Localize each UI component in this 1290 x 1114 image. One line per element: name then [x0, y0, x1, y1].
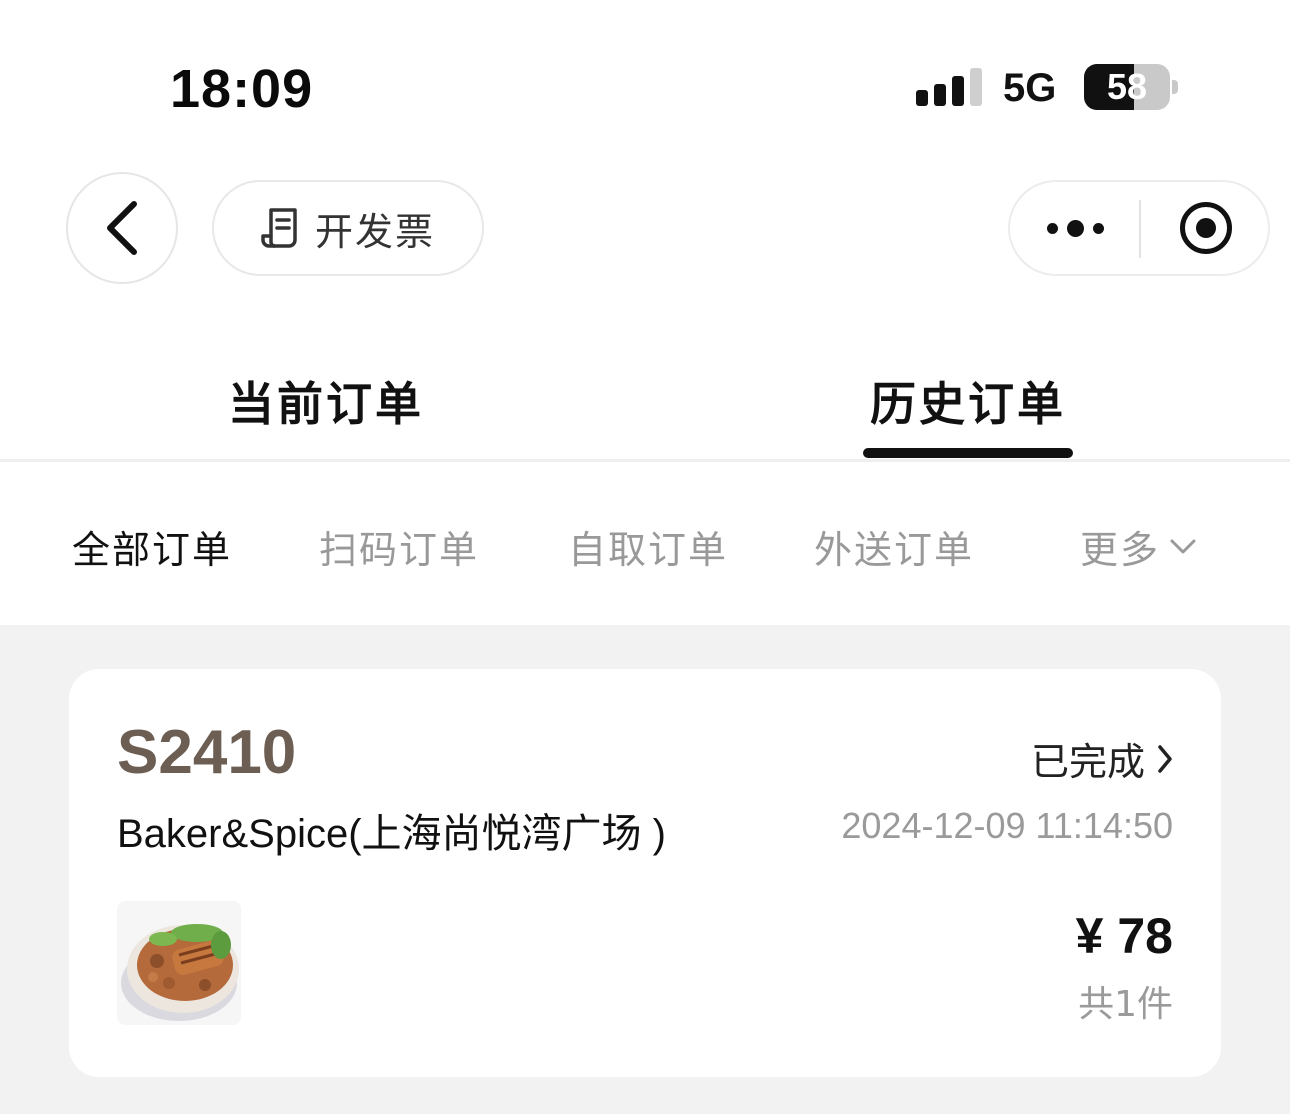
- tab-current-orders[interactable]: 当前订单: [228, 368, 424, 434]
- filter-delivery-orders[interactable]: 外送订单: [814, 519, 974, 574]
- target-icon: [1179, 202, 1232, 254]
- more-button[interactable]: [1010, 182, 1140, 274]
- order-quantity: 共1件: [1078, 984, 1173, 1025]
- invoice-label: 开发票: [314, 209, 435, 254]
- battery-cap: [1172, 80, 1178, 94]
- close-button[interactable]: [1141, 182, 1270, 274]
- tab-history-orders[interactable]: 历史订单: [870, 368, 1066, 434]
- order-number: S2410: [117, 718, 297, 787]
- chevron-left-icon: [107, 201, 137, 255]
- filter-scan-orders[interactable]: 扫码订单: [319, 519, 479, 574]
- food-bowl-image: [121, 924, 239, 1021]
- food-image: [117, 901, 241, 1025]
- mini-program-capsule: [1008, 180, 1270, 276]
- main-tabs: 当前订单 历史订单: [0, 340, 1290, 462]
- order-price: ¥ 78: [1075, 908, 1173, 964]
- status-bar: 18:09 5G 58: [0, 0, 1290, 150]
- order-status-link[interactable]: 已完成: [1031, 731, 1173, 786]
- status-time: 18:09: [170, 59, 314, 119]
- receipt-icon: [261, 208, 297, 248]
- invoice-button[interactable]: 开发票: [212, 180, 484, 276]
- filter-tabs: 全部订单 扫码订单 自取订单 外送订单 更多: [0, 465, 1290, 625]
- filter-more-label: 更多: [1080, 528, 1161, 572]
- filter-more-dropdown[interactable]: 更多: [1080, 519, 1196, 574]
- chevron-right-icon: [1158, 744, 1172, 773]
- filter-pickup-orders[interactable]: 自取订单: [568, 519, 728, 574]
- order-list: S2410 已完成 Baker&Spice(上海尚悦湾广场 ) 2024-12-…: [0, 625, 1290, 1114]
- order-card[interactable]: S2410 已完成 Baker&Spice(上海尚悦湾广场 ) 2024-12-…: [69, 669, 1221, 1077]
- active-tab-indicator: [863, 448, 1073, 458]
- network-type: 5G: [1003, 66, 1057, 110]
- more-dots-icon: [1046, 219, 1104, 237]
- order-datetime: 2024-12-09 11:14:50: [841, 805, 1173, 846]
- chevron-down-icon: [1170, 539, 1196, 553]
- battery-level: 58: [1106, 66, 1148, 107]
- store-row: Baker&Spice(上海尚悦湾广场 ) 2024-12-09 11:14:5…: [117, 801, 1173, 857]
- filter-all-orders[interactable]: 全部订单: [72, 519, 232, 574]
- signal-icon: [916, 68, 982, 106]
- store-name: Baker&Spice(上海尚悦湾广场 ): [117, 812, 666, 856]
- battery-icon: 58: [1084, 64, 1170, 110]
- back-button[interactable]: [66, 172, 178, 284]
- order-status: 已完成: [1030, 740, 1145, 784]
